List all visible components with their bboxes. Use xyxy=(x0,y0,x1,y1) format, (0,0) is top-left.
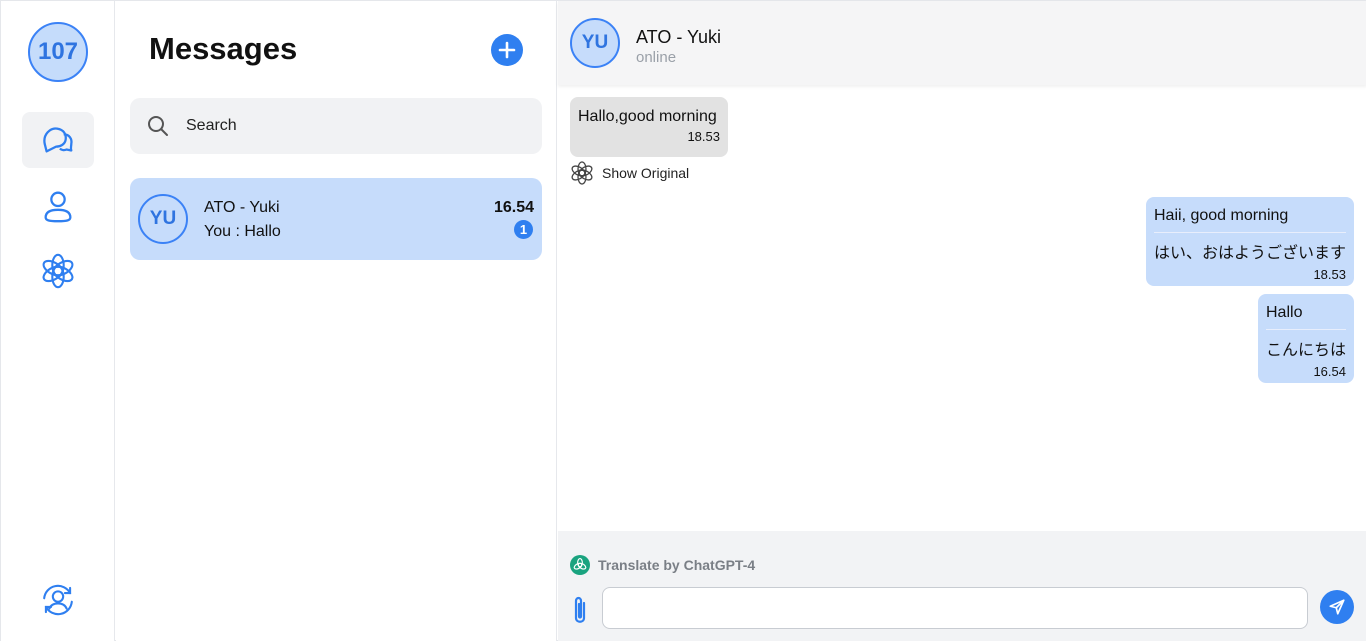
conversation-list-panel: Messages Search YU ATO - Yuki You : Hall… xyxy=(116,1,557,641)
message-outgoing: Hallo こんにちは 16.54 xyxy=(1258,294,1354,383)
user-icon xyxy=(44,191,72,223)
nav-chatgpt[interactable] xyxy=(22,243,94,299)
message-incoming: Hallo,good morning 18.53 xyxy=(570,97,728,157)
chat-panel: YU ATO - Yuki online Hallo,good morning … xyxy=(558,1,1366,641)
profile-avatar[interactable]: 107 xyxy=(28,22,88,82)
account-switch-icon xyxy=(43,584,73,616)
conversation-name: ATO - Yuki xyxy=(204,199,280,216)
conversation-preview: You : Hallo xyxy=(204,223,281,240)
message-text: Hallo xyxy=(1266,304,1303,321)
message-translation: はい、おはようございます xyxy=(1154,232,1346,263)
show-original-label: Show Original xyxy=(602,165,690,181)
nav-contacts[interactable] xyxy=(22,178,94,234)
message-time: 16.54 xyxy=(1313,364,1346,379)
search-input[interactable]: Search xyxy=(130,98,542,154)
conversation-item[interactable]: YU ATO - Yuki You : Hallo 16.54 1 xyxy=(130,178,542,260)
send-button[interactable] xyxy=(1320,590,1354,624)
account-switch-button[interactable] xyxy=(22,572,94,628)
contact-status: online xyxy=(636,49,677,66)
chatgpt-icon xyxy=(570,555,590,575)
new-message-button[interactable] xyxy=(491,34,523,66)
message-time: 18.53 xyxy=(687,129,720,144)
message-outgoing: Haii, good morning はい、おはようございます 18.53 xyxy=(1146,197,1354,286)
send-icon xyxy=(1329,599,1345,615)
search-icon xyxy=(148,116,168,136)
message-input[interactable] xyxy=(602,587,1308,629)
page-title: Messages xyxy=(149,31,298,66)
message-time: 18.53 xyxy=(1313,267,1346,282)
openai-icon xyxy=(42,253,74,289)
nav-chats[interactable] xyxy=(22,112,94,168)
left-rail: 107 xyxy=(1,1,115,641)
app-window: 107 Messages Search YU ATO - Yuki You: … xyxy=(0,0,1366,641)
plus-icon xyxy=(498,41,516,59)
message-composer: Translate by ChatGPT-4 xyxy=(558,531,1366,641)
openai-icon xyxy=(571,161,593,185)
show-original-link[interactable]: Show Original xyxy=(570,161,689,185)
translate-label: Translate by ChatGPT-4 xyxy=(598,557,756,573)
message-text: Hallo,good morning xyxy=(578,108,717,125)
contact-name: ATO - Yuki xyxy=(636,27,722,47)
avatar: YU xyxy=(138,194,188,244)
unread-badge: 1 xyxy=(514,220,533,239)
conversation-time: 16.54 xyxy=(493,199,534,216)
message-text: Haii, good morning xyxy=(1154,207,1289,224)
search-placeholder: Search xyxy=(186,117,237,134)
contact-avatar[interactable]: YU xyxy=(570,18,620,68)
chat-header: YU ATO - Yuki online xyxy=(558,1,1366,85)
chat-bubbles-icon xyxy=(43,127,73,153)
paperclip-icon[interactable] xyxy=(568,595,592,627)
message-translation: こんにちは xyxy=(1266,329,1346,360)
translate-toggle[interactable]: Translate by ChatGPT-4 xyxy=(570,555,755,575)
